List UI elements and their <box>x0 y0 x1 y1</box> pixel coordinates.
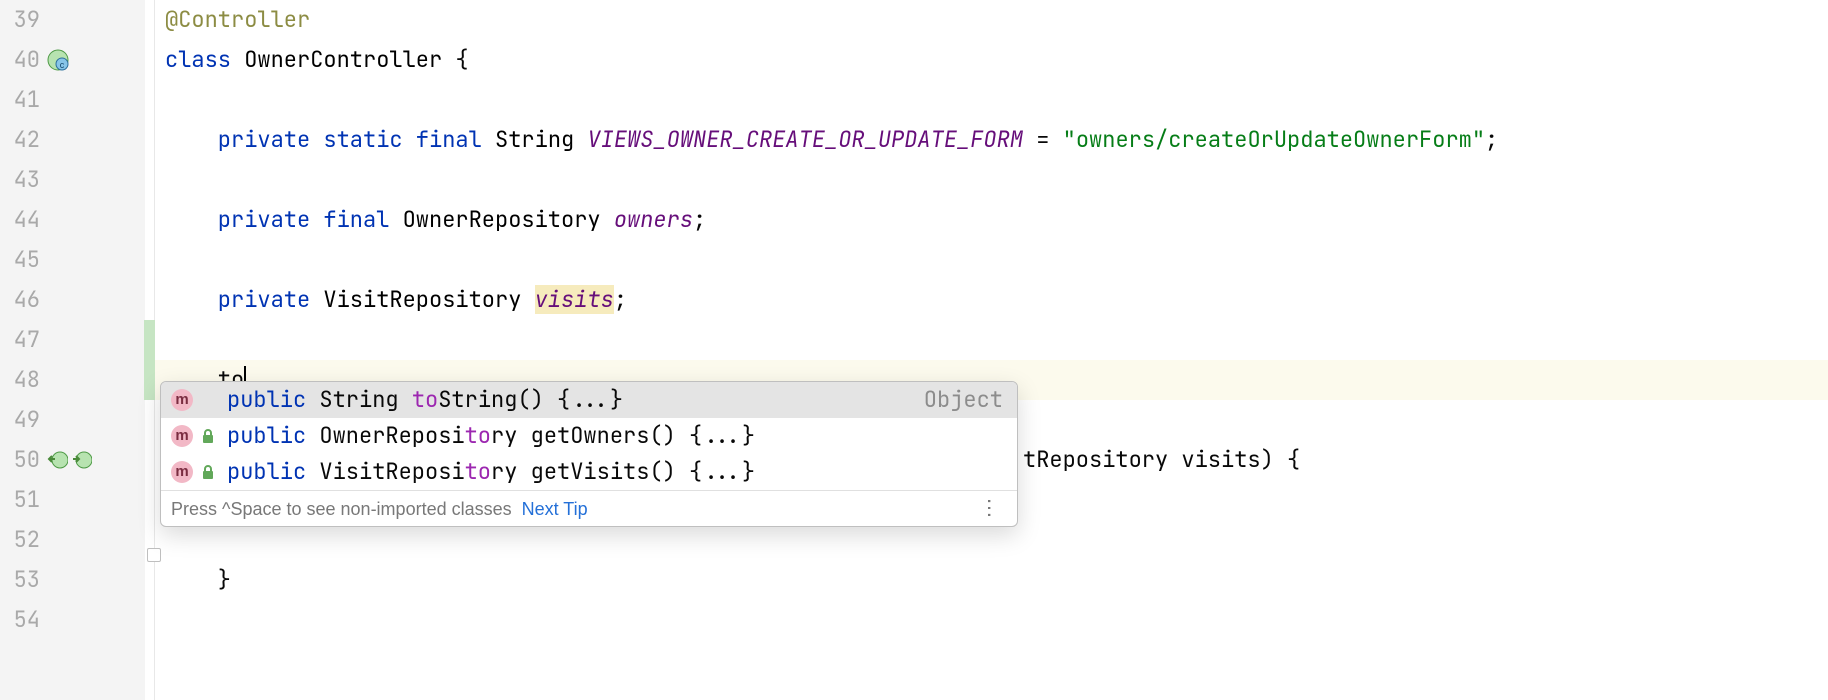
code-token: } <box>165 565 231 594</box>
code-token: ; <box>614 285 627 314</box>
next-tip-link[interactable]: Next Tip <box>522 491 588 527</box>
gutter-line: 49 <box>0 400 154 440</box>
code-row[interactable] <box>155 320 1828 360</box>
line-number: 43 <box>10 160 40 200</box>
gutter-line: 50 <box>0 440 154 480</box>
line-number: 50 <box>10 440 40 480</box>
code-token: "owners/createOrUpdateOwnerForm" <box>1063 125 1485 154</box>
lock-icon <box>199 427 217 445</box>
code-editor: 3940 c 4142434445464748495051525354 @Contr… <box>0 0 1828 700</box>
gutter-line: 51 <box>0 480 154 520</box>
code-row[interactable] <box>155 600 1828 640</box>
code-token: ; <box>693 205 706 234</box>
code-row[interactable]: } <box>155 560 1828 600</box>
line-number: 51 <box>10 480 40 520</box>
gutter-line: 40 c <box>0 40 154 80</box>
completion-hint: Press ^Space to see non-imported classes <box>171 491 512 527</box>
code-row[interactable]: @Controller <box>155 0 1828 40</box>
line-number: 41 <box>10 80 40 120</box>
gutter-line: 53 <box>0 560 154 600</box>
code-token: = <box>1023 125 1063 154</box>
line-number: 53 <box>10 560 40 600</box>
code-token: visits <box>535 285 614 314</box>
completion-item[interactable]: m public String toString() {...}Object <box>161 382 1017 418</box>
code-token: String <box>495 125 587 154</box>
code-row[interactable] <box>155 240 1828 280</box>
gutter-line: 46 <box>0 280 154 320</box>
gutter-line: 43 <box>0 160 154 200</box>
method-icon: m <box>171 461 193 483</box>
code-token: @Controller <box>165 5 310 34</box>
code-row[interactable] <box>155 160 1828 200</box>
code-token: private static final <box>165 125 495 154</box>
gutter-line: 44 <box>0 200 154 240</box>
completion-item[interactable]: m public VisitRepository getVisits() {...… <box>161 454 1017 490</box>
line-number: 54 <box>10 600 40 640</box>
method-icon: m <box>171 389 193 411</box>
line-number: 45 <box>10 240 40 280</box>
completion-signature: public VisitRepository getVisits() {...} <box>227 454 1003 490</box>
implemented-in-icon[interactable] <box>46 449 68 471</box>
completion-type: Object <box>924 382 1003 418</box>
code-token: { <box>455 45 468 74</box>
code-row[interactable]: class OwnerController { <box>155 40 1828 80</box>
svg-text:c: c <box>60 60 65 70</box>
lock-icon <box>199 463 217 481</box>
gutter-line: 42 <box>0 120 154 160</box>
gutter-line: 48 <box>0 360 154 400</box>
code-row[interactable] <box>155 80 1828 120</box>
code-token: ; <box>1485 125 1498 154</box>
line-number: 47 <box>10 320 40 360</box>
gutter-line: 45 <box>0 240 154 280</box>
completion-more-icon[interactable]: … <box>977 497 1013 521</box>
code-token: private final <box>165 205 403 234</box>
code-area[interactable]: @Controller class OwnerController { priva… <box>155 0 1828 700</box>
gutter-line: 39 <box>0 0 154 40</box>
line-number: 46 <box>10 280 40 320</box>
code-token: OwnerRepository <box>403 205 614 234</box>
line-number: 42 <box>10 120 40 160</box>
code-token: OwnerController <box>244 45 455 74</box>
code-token: private <box>165 285 323 314</box>
code-token: owners <box>614 205 693 234</box>
gutter-line: 52 <box>0 520 154 560</box>
completion-item[interactable]: m public OwnerRepository getOwners() {...… <box>161 418 1017 454</box>
line-number: 44 <box>10 200 40 240</box>
completion-signature: public String toString() {...} <box>227 382 924 418</box>
code-row[interactable]: private VisitRepository visits; <box>155 280 1828 320</box>
line-number: 48 <box>10 360 40 400</box>
implements-icon[interactable] <box>70 449 92 471</box>
gutter: 3940 c 4142434445464748495051525354 <box>0 0 155 700</box>
gutter-line: 54 <box>0 600 154 640</box>
completion-footer: Press ^Space to see non-imported classes… <box>161 490 1017 526</box>
gutter-line: 47 <box>0 320 154 360</box>
line-number: 52 <box>10 520 40 560</box>
code-row[interactable]: private static final String VIEWS_OWNER_… <box>155 120 1828 160</box>
gutter-line: 41 <box>0 80 154 120</box>
method-icon: m <box>171 425 193 447</box>
completion-popup: m public String toString() {...}Object m pu… <box>160 381 1018 527</box>
class-icon[interactable]: c <box>46 48 70 72</box>
code-token: class <box>165 45 244 74</box>
line-number: 40 <box>10 40 40 80</box>
line-number: 39 <box>10 0 40 40</box>
code-row[interactable]: private final OwnerRepository owners; <box>155 200 1828 240</box>
line-number: 49 <box>10 400 40 440</box>
code-token: VisitRepository <box>323 285 534 314</box>
completion-signature: public OwnerRepository getOwners() {...} <box>227 418 1003 454</box>
code-token: VIEWS_OWNER_CREATE_OR_UPDATE_FORM <box>587 125 1023 154</box>
